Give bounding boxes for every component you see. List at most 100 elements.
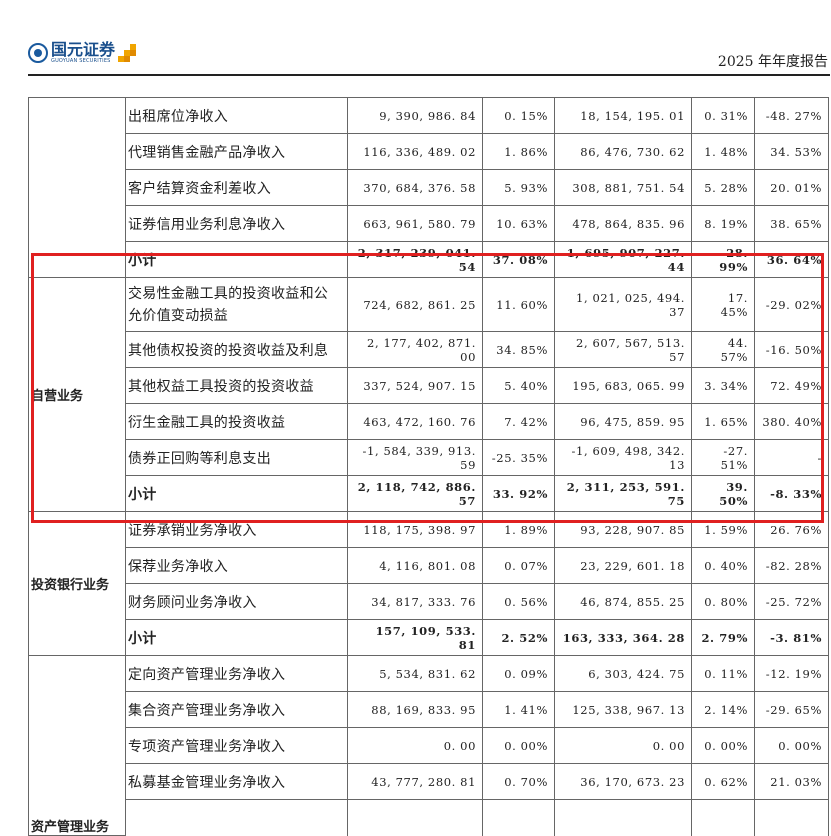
change-cell: -48. 27%: [754, 97, 829, 134]
current-amount-cell: [347, 799, 483, 836]
current-ratio-cell: 0. 09%: [482, 655, 555, 692]
current-amount-cell: 4, 116, 801. 08: [347, 547, 483, 584]
current-ratio-cell: 0. 07%: [482, 547, 555, 584]
change-cell: 34. 53%: [754, 133, 829, 170]
category-cell: 资产管理业务: [28, 655, 126, 836]
prior-amount-cell: 1, 021, 025, 494. 37: [554, 277, 692, 332]
current-amount-cell: 9, 390, 986. 84: [347, 97, 483, 134]
current-amount-cell: 116, 336, 489. 02: [347, 133, 483, 170]
table-row: 财务顾问业务净收入 34, 817, 333. 76 0. 56% 46, 874, …: [29, 583, 829, 620]
current-ratio-cell: 2. 52%: [482, 619, 555, 656]
current-ratio-cell: 5. 93%: [482, 169, 555, 206]
item-name-cell: 其他权益工具投资的投资收益: [125, 367, 348, 404]
current-ratio-cell: 0. 15%: [482, 97, 555, 134]
current-amount-cell: 34, 817, 333. 76: [347, 583, 483, 620]
prior-ratio-cell: 0. 31%: [691, 97, 755, 134]
prior-ratio-cell: 0. 62%: [691, 763, 755, 800]
current-ratio-cell: 5. 40%: [482, 367, 555, 404]
item-name-cell: 出租席位净收入: [125, 97, 348, 134]
change-cell: 72. 49%: [754, 367, 829, 404]
prior-ratio-cell: 44. 57%: [691, 331, 755, 368]
current-amount-cell: 43, 777, 280. 81: [347, 763, 483, 800]
item-name-cell: 代理销售金融产品净收入: [125, 133, 348, 170]
item-name-cell: 小计: [125, 241, 348, 278]
current-ratio-cell: 0. 70%: [482, 763, 555, 800]
current-ratio-cell: 11. 60%: [482, 277, 555, 332]
change-cell: -3. 81%: [754, 619, 829, 656]
table-row: 出租席位净收入 9, 390, 986. 84 0. 15% 18, 154, 195…: [28, 97, 829, 278]
category-cell: [28, 97, 126, 278]
prior-amount-cell: 0. 00: [554, 727, 692, 764]
item-name-cell: 证券承销业务净收入: [125, 511, 348, 548]
current-amount-cell: 663, 961, 580. 79: [347, 205, 483, 242]
current-amount-cell: 2, 177, 402, 871. 00: [347, 331, 483, 368]
current-ratio-cell: [482, 799, 555, 836]
change-cell: -25. 72%: [754, 583, 829, 620]
change-cell: -8. 33%: [754, 475, 829, 512]
item-name-cell: 专项资产管理业务净收入: [125, 727, 348, 764]
item-name-cell: 客户结算资金利差收入: [125, 169, 348, 206]
change-cell: 26. 76%: [754, 511, 829, 548]
prior-ratio-cell: 1. 48%: [691, 133, 755, 170]
prior-amount-cell: 195, 683, 065. 99: [554, 367, 692, 404]
prior-ratio-cell: 5. 28%: [691, 169, 755, 206]
prior-amount-cell: 46, 874, 855. 25: [554, 583, 692, 620]
current-amount-cell: 463, 472, 160. 76: [347, 403, 483, 440]
current-amount-cell: 337, 524, 907. 15: [347, 367, 483, 404]
current-amount-cell: 118, 175, 398. 97: [347, 511, 483, 548]
table-row: 资产管理业务 定向资产管理业务净收入 5, 534, 831. 62 0. 09% 6,…: [28, 655, 829, 836]
change-cell: -29. 65%: [754, 691, 829, 728]
company-logo: 国元证券 GUOYUAN SECURITIES: [28, 42, 140, 64]
prior-ratio-cell: -27. 51%: [691, 439, 755, 476]
subtotal-row: 小计 2, 317, 239, 041. 54 37. 08% 1, 695, 907…: [29, 241, 829, 278]
change-cell: 38. 65%: [754, 205, 829, 242]
table-row: 衍生金融工具的投资收益 463, 472, 160. 76 7. 42% 96, 47…: [29, 403, 829, 440]
table-row: 投资银行业务 证券承销业务净收入 118, 175, 398. 97 1. 89% 93…: [28, 511, 829, 656]
table-row: 专项资产管理业务净收入 0. 00 0. 00% 0. 00 0. 00% 0. 00%: [29, 727, 829, 764]
change-cell: 380. 40%: [754, 403, 829, 440]
category-cell: 自营业务: [28, 277, 126, 512]
document-title: 2025 年年度报告: [717, 54, 828, 70]
table-row: [29, 799, 829, 836]
current-ratio-cell: 33. 92%: [482, 475, 555, 512]
change-cell: 21. 03%: [754, 763, 829, 800]
change-cell: 20. 01%: [754, 169, 829, 206]
revenue-breakdown-table: 出租席位净收入 9, 390, 986. 84 0. 15% 18, 154, 195…: [28, 97, 829, 836]
table-row: 保荐业务净收入 4, 116, 801. 08 0. 07% 23, 229, 601…: [29, 547, 829, 584]
current-ratio-cell: 1. 89%: [482, 511, 555, 548]
change-cell: -12. 19%: [754, 655, 829, 692]
current-amount-cell: 157, 109, 533. 81: [347, 619, 483, 656]
current-ratio-cell: 34. 85%: [482, 331, 555, 368]
table-row: 其他权益工具投资的投资收益 337, 524, 907. 15 5. 40% 195,…: [29, 367, 829, 404]
prior-ratio-cell: 8. 19%: [691, 205, 755, 242]
prior-ratio-cell: 3. 34%: [691, 367, 755, 404]
prior-ratio-cell: 39. 50%: [691, 475, 755, 512]
prior-amount-cell: 308, 881, 751. 54: [554, 169, 692, 206]
prior-ratio-cell: 28. 99%: [691, 241, 755, 278]
item-name-cell: 其他债权投资的投资收益及利息: [125, 331, 348, 368]
prior-amount-cell: 478, 864, 835. 96: [554, 205, 692, 242]
prior-amount-cell: 36, 170, 673. 23: [554, 763, 692, 800]
prior-ratio-cell: 0. 00%: [691, 727, 755, 764]
current-ratio-cell: 7. 42%: [482, 403, 555, 440]
prior-amount-cell: 2, 607, 567, 513. 57: [554, 331, 692, 368]
item-name-cell: 衍生金融工具的投资收益: [125, 403, 348, 440]
table-row: 客户结算资金利差收入 370, 684, 376. 58 5. 93% 308, 88…: [29, 169, 829, 206]
prior-ratio-cell: 0. 40%: [691, 547, 755, 584]
item-name-cell: 债券正回购等利息支出: [125, 439, 348, 476]
current-ratio-cell: 0. 00%: [482, 727, 555, 764]
item-name-cell: 私募基金管理业务净收入: [125, 763, 348, 800]
item-name-cell: 小计: [125, 619, 348, 656]
prior-ratio-cell: 2. 14%: [691, 691, 755, 728]
current-ratio-cell: -25. 35%: [482, 439, 555, 476]
subtotal-row: 小计 157, 109, 533. 81 2. 52% 163, 333, 364. …: [29, 619, 829, 656]
item-name-cell: 财务顾问业务净收入: [125, 583, 348, 620]
change-cell: [754, 799, 829, 836]
prior-ratio-cell: 1. 59%: [691, 511, 755, 548]
change-cell: 0. 00%: [754, 727, 829, 764]
table-row: 其他债权投资的投资收益及利息 2, 177, 402, 871. 00 34. 85…: [29, 331, 829, 368]
logo-mark-icon: [118, 42, 140, 64]
prior-ratio-cell: [691, 799, 755, 836]
prior-amount-cell: 18, 154, 195. 01: [554, 97, 692, 134]
item-name-cell: 保荐业务净收入: [125, 547, 348, 584]
